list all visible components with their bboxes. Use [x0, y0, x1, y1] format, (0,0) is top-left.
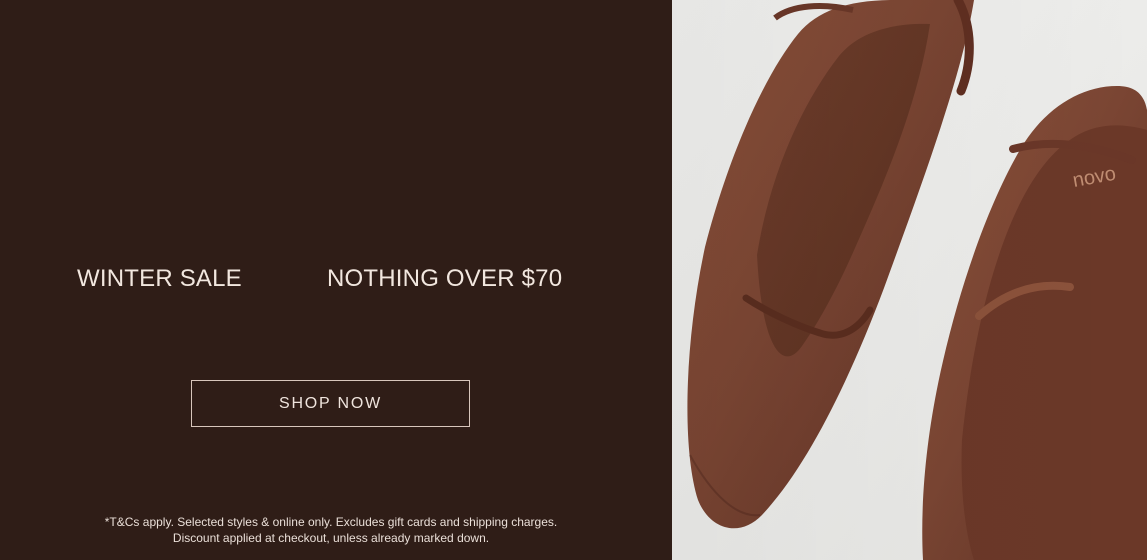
shop-now-button[interactable]: SHOP NOW	[191, 380, 470, 427]
promo-text-panel: WINTER SALE NOTHING OVER $70 SHOP NOW *T…	[0, 0, 672, 560]
terms-disclaimer: *T&Cs apply. Selected styles & online on…	[40, 514, 622, 546]
product-image[interactable]: novo	[672, 0, 1147, 560]
promo-banner[interactable]: WINTER SALE NOTHING OVER $70 SHOP NOW *T…	[0, 0, 1147, 560]
terms-line-2: Discount applied at checkout, unless alr…	[172, 531, 490, 545]
sale-headline: WINTER SALE	[77, 265, 242, 292]
terms-line-1: *T&Cs apply. Selected styles & online on…	[104, 515, 558, 529]
price-headline: NOTHING OVER $70	[327, 265, 563, 292]
shoe-illustration: novo	[672, 0, 1147, 560]
